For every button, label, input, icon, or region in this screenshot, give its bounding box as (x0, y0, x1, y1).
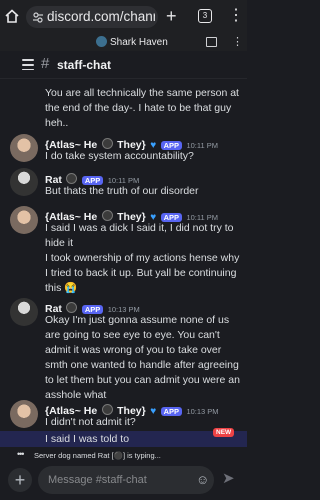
typing-indicator: Server dog named Rat [⚫] is typing... (34, 451, 161, 460)
url-text[interactable]: discord.com/chann (47, 9, 155, 24)
hamburger-menu-icon[interactable] (22, 59, 34, 73)
server-name: Shark Haven (110, 37, 168, 48)
new-tab-icon[interactable]: + (166, 7, 177, 25)
send-icon[interactable]: ➤ (222, 471, 235, 487)
message-text: I do take system accountability? (45, 150, 194, 162)
avatar[interactable] (10, 298, 38, 326)
tab-switcher-button[interactable]: 3 (198, 9, 212, 23)
message-text: You are all technically the same person … (45, 87, 239, 129)
browser-menu-icon[interactable]: ⋮ (228, 7, 244, 25)
status-icon (101, 210, 113, 221)
popout-icon[interactable] (206, 37, 217, 47)
message-text: I didn't not admit it? (45, 416, 136, 428)
site-settings-icon[interactable] (32, 11, 44, 23)
more-options-icon[interactable]: ⋮ (232, 35, 243, 48)
channel-hash-icon: # (41, 55, 50, 72)
avatar[interactable] (10, 134, 38, 162)
typing-dots-icon: ••• (17, 449, 25, 459)
message-text: But thats the truth of our disorder (45, 185, 199, 197)
channel-header (0, 51, 247, 79)
home-icon[interactable] (4, 8, 20, 24)
message-text: Okay I'm just gonna assume none of us ar… (45, 314, 240, 401)
message-text: I said I was a dick I said it, I did not… (45, 222, 234, 249)
avatar[interactable] (10, 168, 38, 196)
emoji-icon[interactable]: ☺ (196, 473, 209, 487)
server-icon (96, 36, 107, 47)
new-messages-badge[interactable]: NEW (213, 428, 235, 437)
avatar[interactable] (10, 400, 38, 428)
message-text: I took ownership of my actions hense why… (45, 252, 240, 294)
message-input[interactable] (38, 466, 214, 494)
avatar[interactable] (10, 206, 38, 234)
attach-plus-button[interactable]: + (8, 468, 32, 492)
message-text: I said I was told to (45, 433, 130, 445)
status-icon (101, 404, 113, 415)
status-icon (101, 138, 113, 149)
status-icon (66, 302, 78, 313)
status-icon (66, 173, 78, 184)
channel-name[interactable]: staff-chat (57, 58, 111, 72)
